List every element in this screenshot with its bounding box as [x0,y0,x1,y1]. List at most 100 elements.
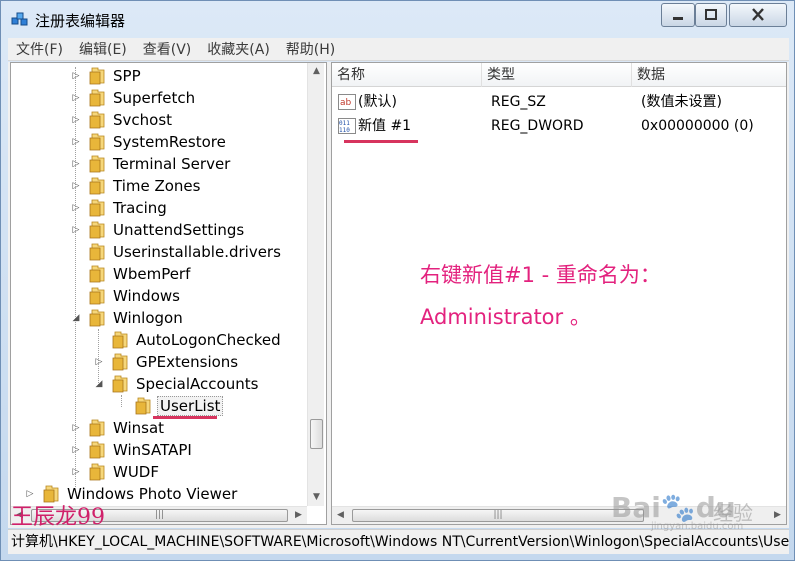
tree-item[interactable]: UserList [117,395,224,417]
value-row-new-value-1[interactable]: 011 110 新值 #1 REG_DWORD 0x00000000 (0) [332,114,786,138]
expand-arrow-icon[interactable]: ▷ [71,159,81,169]
tree-item-label: Winsat [113,419,165,437]
minimize-button[interactable] [661,3,695,27]
tree-item[interactable]: ◢ SpecialAccounts [94,373,260,395]
tree-item[interactable]: ▷ Winsat [71,417,166,439]
expand-arrow-icon[interactable]: ▷ [71,445,81,455]
registry-editor-icon [11,12,28,26]
svg-text:ab: ab [340,98,352,108]
tree-item-label: Windows [113,287,180,305]
scroll-down-arrow-icon[interactable]: ▼ [308,489,325,506]
folder-icon [112,375,128,393]
string-value-icon: ab [338,94,356,110]
tree-item[interactable]: ▷ GPExtensions [94,351,240,373]
expand-arrow-icon[interactable]: ▷ [71,71,81,81]
value-type: REG_DWORD [491,118,584,134]
tree-item-label: WinSATAPI [113,441,192,459]
tree-item[interactable]: ▷ WUDF [71,461,161,483]
expand-arrow-icon[interactable]: ▷ [71,203,81,213]
collapse-arrow-icon[interactable]: ◢ [94,379,104,389]
expand-arrow-icon[interactable]: ▷ [71,115,81,125]
tree-item[interactable]: ▷ WinSATAPI [71,439,194,461]
value-type: REG_SZ [491,94,546,110]
tree-item-label: GPExtensions [136,353,239,371]
value-row-default[interactable]: ab (默认) REG_SZ (数值未设置) [332,90,786,114]
expand-arrow-icon[interactable]: ▷ [71,225,81,235]
tree-item[interactable]: WbemPerf [71,263,192,285]
status-bar-path: 计算机\HKEY_LOCAL_MACHINE\SOFTWARE\Microsof… [8,529,789,554]
folder-icon [89,287,105,305]
tree-item-label: AutoLogonChecked [136,331,281,349]
tree-item[interactable]: ▷ Terminal Server [71,153,232,175]
column-header-data[interactable]: 数据 [632,63,786,87]
tree-item[interactable]: Windows [71,285,182,307]
tree-item[interactable]: Userinstallable.drivers [71,241,283,263]
registry-editor-window: 注册表编辑器 文件(F) 编辑(E) 查看(V) 收藏夹(A) 帮助(H) ▷ S… [0,0,795,561]
expand-arrow-icon[interactable]: ▷ [71,93,81,103]
annotation-line-1: 右键新值#1 - 重命名为： [420,263,661,287]
menu-edit[interactable]: 编辑(E) [71,39,135,59]
tree-item-label: Svchost [113,111,173,129]
tree-item-label: WbemPerf [113,265,191,283]
tree-item-label: WUDF [113,463,159,481]
title-bar[interactable]: 注册表编辑器 [1,1,794,37]
tree-item-label: SPP [113,67,141,85]
menu-help[interactable]: 帮助(H) [278,39,343,59]
tree-item[interactable]: ▷ Superfetch [71,87,197,109]
menu-favorites[interactable]: 收藏夹(A) [199,39,278,59]
menu-view[interactable]: 查看(V) [135,39,200,59]
value-data: 0x00000000 (0) [641,118,754,134]
value-data: (数值未设置) [641,94,722,110]
folder-icon [89,265,105,283]
client-area: ▷ SPP ▷ Superfetch ▷ Svchost ▷ SystemRestore ▷ Te… [8,62,789,528]
tree-item[interactable]: ▷ Tracing [71,197,169,219]
annotation-line-2: Administrator 。 [420,305,591,329]
expand-arrow-icon[interactable]: ▷ [25,489,35,499]
list-hscroll-thumb[interactable]: ||| [352,509,644,522]
tree-item-label: Terminal Server [113,155,231,173]
tree-item-label: UserList [157,396,224,416]
folder-icon [89,133,105,151]
expand-arrow-icon[interactable]: ▷ [71,423,81,433]
tree-item-label: Superfetch [113,89,196,107]
registry-tree[interactable]: ▷ SPP ▷ Superfetch ▷ Svchost ▷ SystemRestore ▷ Te… [10,62,327,525]
tree-item[interactable]: AutoLogonChecked [94,329,283,351]
expand-arrow-icon[interactable]: ▷ [71,137,81,147]
maximize-icon [705,9,717,20]
close-button[interactable] [729,3,787,27]
baidu-logo-text: Bai [611,491,661,524]
svg-text:110: 110 [339,127,350,134]
tree-item[interactable]: ▷ Svchost [71,109,174,131]
collapse-arrow-icon[interactable]: ◢ [71,313,81,323]
expand-arrow-icon[interactable]: ▷ [94,357,104,367]
folder-icon [89,155,105,173]
folder-icon [112,353,128,371]
column-header-type[interactable]: 类型 [482,63,632,87]
tree-item[interactable]: ▷ Time Zones [71,175,202,197]
maximize-button[interactable] [695,3,727,27]
tree-item[interactable]: ▷ UnattendSettings [71,219,246,241]
scroll-right-arrow-icon[interactable]: ▶ [290,507,307,524]
tree-item-label: Tracing [113,199,167,217]
scroll-left-arrow-icon[interactable]: ◀ [332,507,349,524]
tree-item-label: Userinstallable.drivers [113,243,281,261]
value-name: 新值 #1 [358,118,412,134]
menu-bar: 文件(F) 编辑(E) 查看(V) 收藏夹(A) 帮助(H) [8,38,789,61]
column-header-name[interactable]: 名称 [332,63,482,87]
folder-icon [89,309,105,327]
tree-vertical-scrollbar[interactable]: ▲ ▼ [307,63,324,506]
tree-item[interactable]: ▷ SystemRestore [71,131,228,153]
expand-arrow-icon[interactable]: ▷ [71,467,81,477]
values-list[interactable]: 名称 类型 数据 ab (默认) REG_SZ (数值未设置) 011 110 [331,62,787,525]
tree-item[interactable]: ◢ Winlogon [71,307,185,329]
scroll-right-arrow-icon[interactable]: ▶ [769,507,786,524]
tree-scroll-thumb[interactable] [310,419,323,449]
scroll-up-arrow-icon[interactable]: ▲ [308,63,325,80]
author-watermark: 王辰龙99 [11,505,105,530]
tree-item[interactable]: ▷ SPP [71,65,143,87]
expand-arrow-icon[interactable]: ▷ [71,181,81,191]
highlight-underline [344,140,418,143]
menu-file[interactable]: 文件(F) [8,39,71,59]
value-name: (默认) [358,94,397,110]
